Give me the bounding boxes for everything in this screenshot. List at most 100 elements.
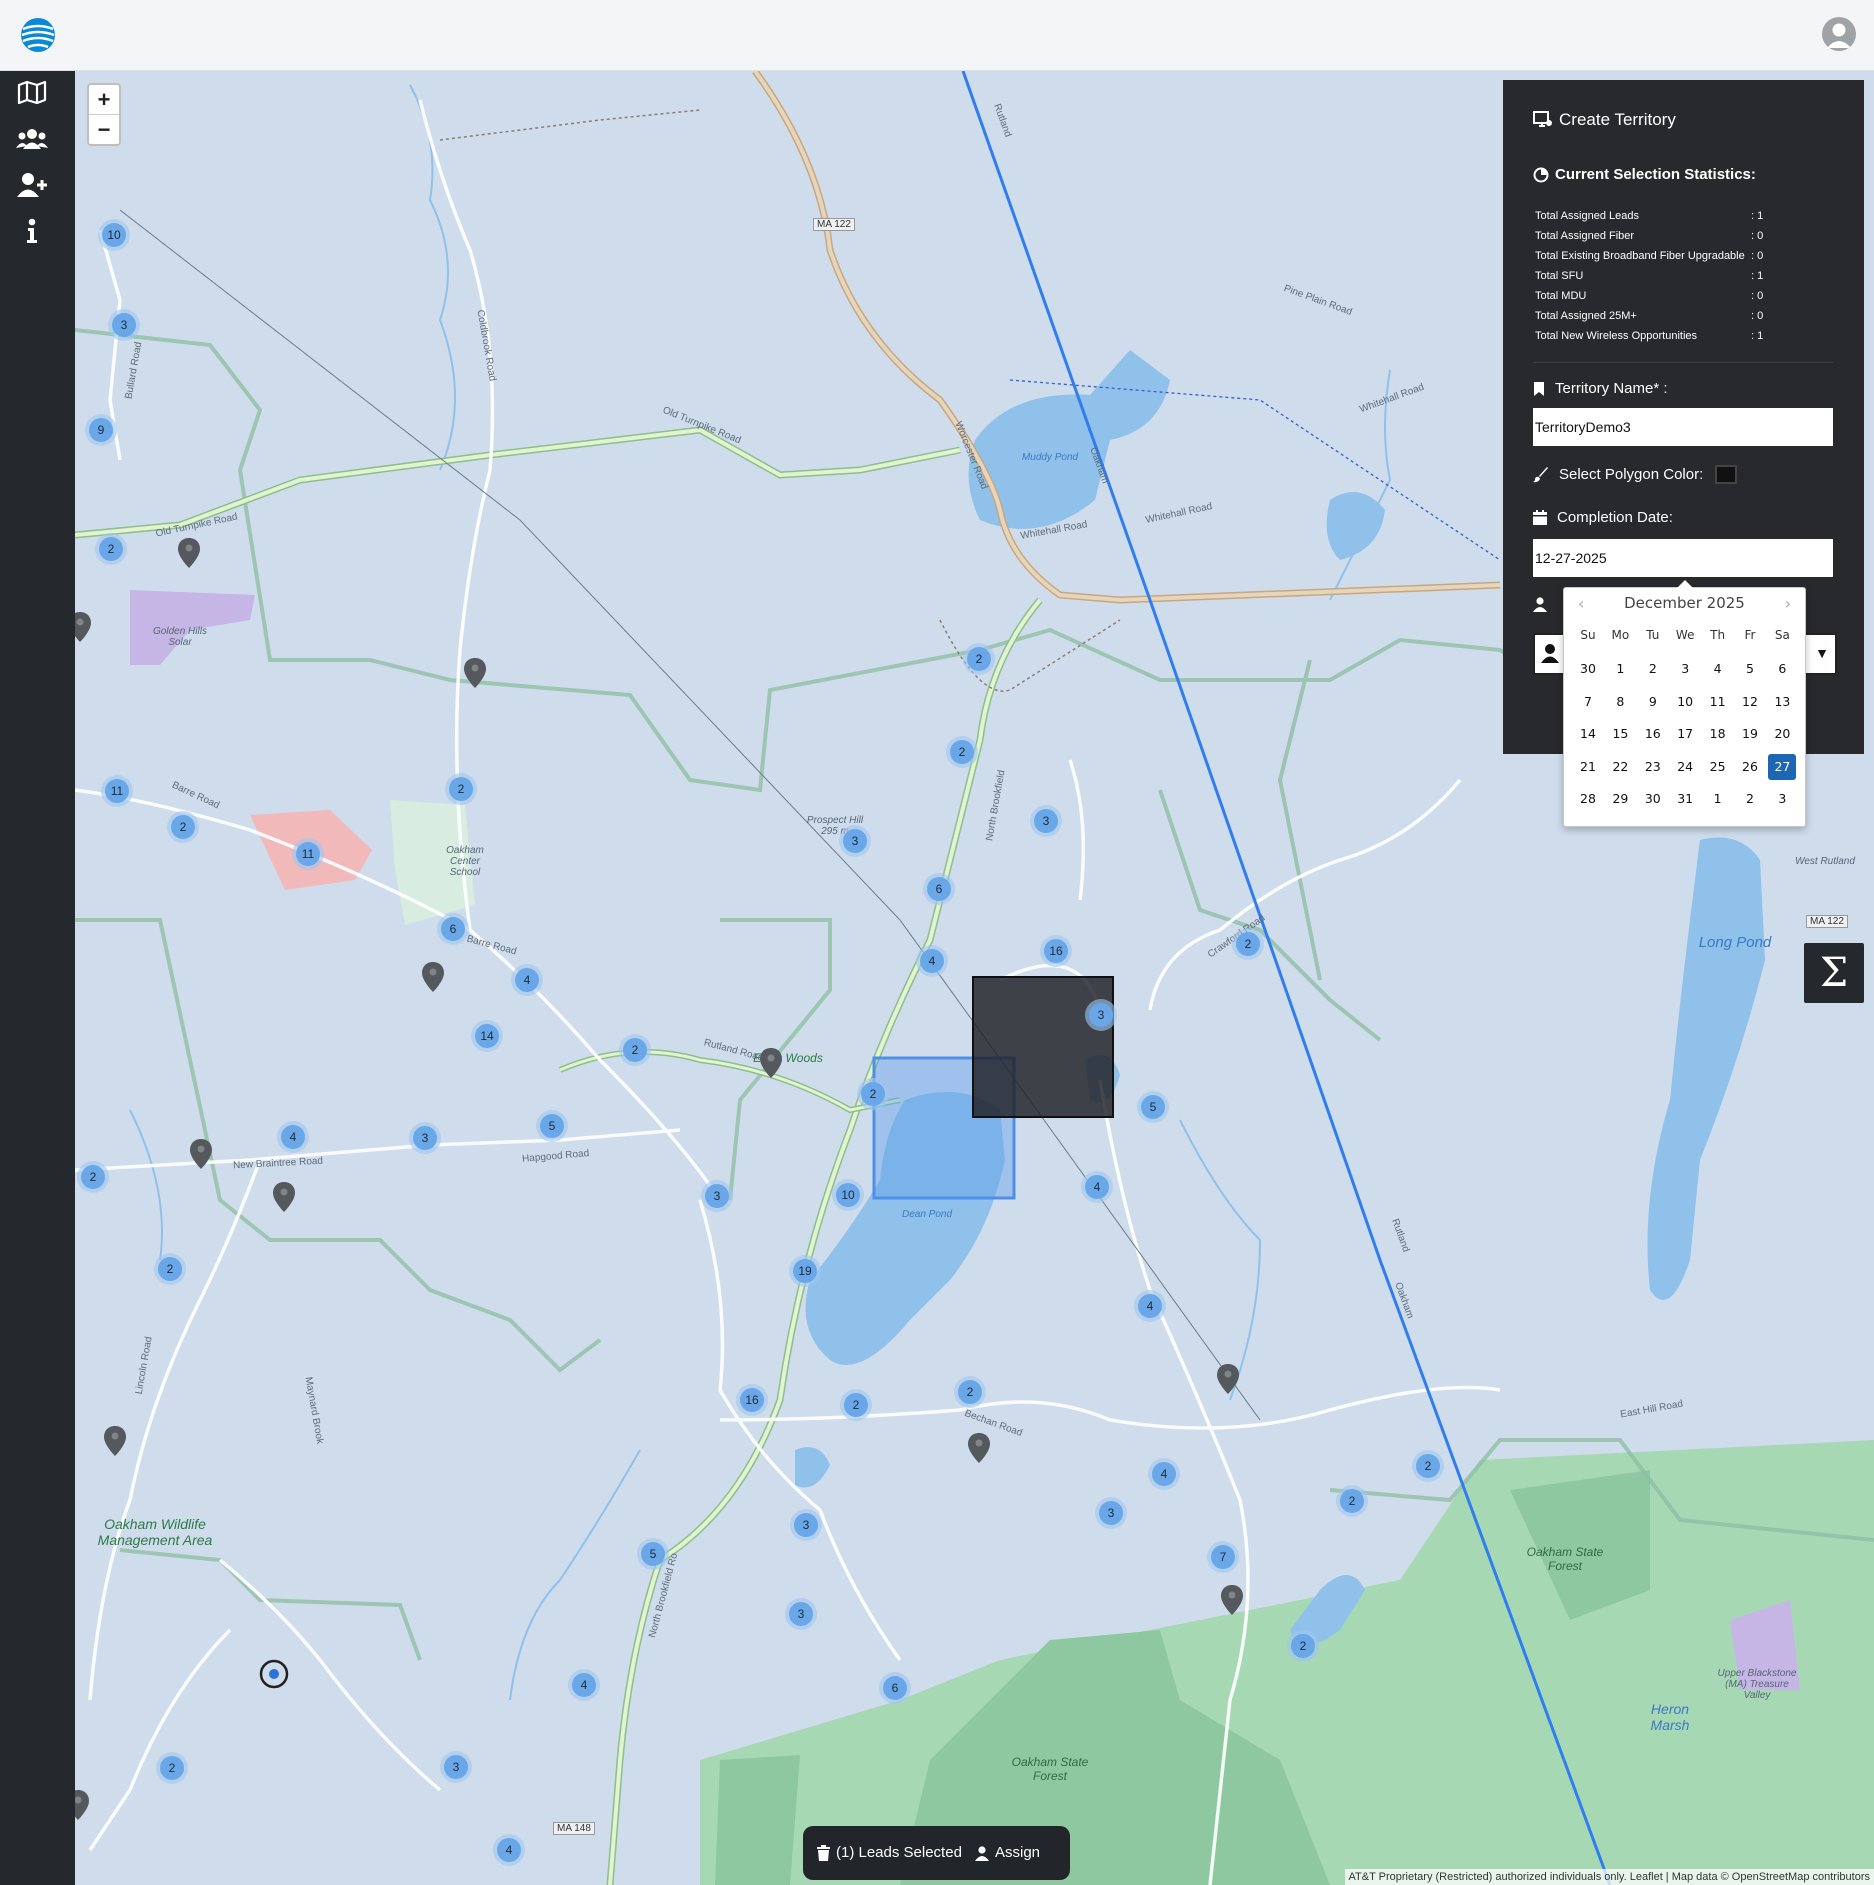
date-picker-day[interactable]: 30 xyxy=(1639,786,1667,812)
lead-cluster-marker[interactable]: 5 xyxy=(536,1110,568,1142)
next-month-button[interactable]: › xyxy=(1785,594,1791,613)
lead-cluster-marker[interactable]: 4 xyxy=(916,945,948,977)
date-picker-day[interactable]: 12 xyxy=(1736,689,1764,715)
lead-cluster-marker[interactable]: 3 xyxy=(790,1509,822,1541)
lead-cluster-marker[interactable]: 2 xyxy=(1412,1450,1444,1482)
date-picker-day[interactable]: 14 xyxy=(1574,721,1602,747)
sigma-statistics-button[interactable]: Σ xyxy=(1804,943,1864,1003)
lead-cluster-marker[interactable]: 4 xyxy=(1148,1458,1180,1490)
date-picker-day[interactable]: 11 xyxy=(1704,689,1732,715)
lead-cluster-marker[interactable]: 3 xyxy=(440,1751,472,1783)
date-picker-day[interactable]: 9 xyxy=(1639,689,1667,715)
lead-cluster-marker[interactable]: 3 xyxy=(108,309,140,341)
map-pin-icon[interactable] xyxy=(1217,1364,1239,1394)
lead-cluster-marker[interactable]: 3 xyxy=(701,1180,733,1212)
lead-cluster-marker[interactable]: 2 xyxy=(1287,1630,1319,1662)
lead-cluster-marker[interactable]: 7 xyxy=(1207,1541,1239,1573)
lead-cluster-marker[interactable]: 2 xyxy=(954,1376,986,1408)
lead-cluster-marker[interactable]: 2 xyxy=(156,1752,188,1784)
lead-cluster-marker[interactable]: 2 xyxy=(1336,1485,1368,1517)
lead-cluster-marker[interactable]: 16 xyxy=(736,1384,768,1416)
date-picker-day[interactable]: 10 xyxy=(1671,689,1699,715)
date-picker-day[interactable]: 13 xyxy=(1768,689,1796,715)
date-picker-day[interactable]: 5 xyxy=(1736,656,1764,682)
lead-cluster-marker[interactable]: 4 xyxy=(277,1121,309,1153)
date-picker-day[interactable]: 22 xyxy=(1606,754,1634,780)
lead-cluster-marker[interactable]: 10 xyxy=(98,219,130,251)
zoom-out-button[interactable]: − xyxy=(89,114,119,144)
date-picker-day[interactable]: 23 xyxy=(1639,754,1667,780)
prev-month-button[interactable]: ‹ xyxy=(1578,594,1584,613)
lead-cluster-marker[interactable]: 2 xyxy=(963,643,995,675)
map-pin-icon[interactable] xyxy=(464,658,486,688)
map-pin-icon[interactable] xyxy=(422,962,444,992)
lead-cluster-marker[interactable]: 4 xyxy=(511,964,543,996)
date-picker-day[interactable]: 6 xyxy=(1768,656,1796,682)
date-picker-day[interactable]: 19 xyxy=(1736,721,1764,747)
date-picker-day[interactable]: 20 xyxy=(1768,721,1796,747)
lead-cluster-marker[interactable]: 3 xyxy=(839,825,871,857)
user-avatar-icon[interactable] xyxy=(1822,17,1856,51)
map-pin-icon[interactable] xyxy=(104,1426,126,1456)
map-pin-icon[interactable] xyxy=(190,1139,212,1169)
lead-cluster-marker[interactable]: 5 xyxy=(637,1538,669,1570)
lead-cluster-marker[interactable]: 19 xyxy=(789,1255,821,1287)
lead-cluster-marker[interactable]: 3 xyxy=(785,1598,817,1630)
lead-cluster-marker[interactable]: 2 xyxy=(167,811,199,843)
map-pin-icon[interactable] xyxy=(1221,1585,1243,1615)
map-pin-icon[interactable] xyxy=(75,612,91,642)
lead-cluster-marker[interactable]: 2 xyxy=(619,1034,651,1066)
date-picker-day[interactable]: 2 xyxy=(1639,656,1667,682)
lead-cluster-marker[interactable]: 2 xyxy=(445,773,477,805)
lead-cluster-marker[interactable]: 9 xyxy=(85,414,117,446)
date-picker-day[interactable]: 2 xyxy=(1736,786,1764,812)
date-picker-day[interactable]: 24 xyxy=(1671,754,1699,780)
map-pin-icon[interactable] xyxy=(968,1433,990,1463)
date-picker-day[interactable]: 31 xyxy=(1671,786,1699,812)
date-picker-day[interactable]: 4 xyxy=(1704,656,1732,682)
lead-cluster-marker[interactable]: 4 xyxy=(493,1834,525,1866)
user-plus-icon[interactable] xyxy=(12,168,52,202)
lead-cluster-marker[interactable]: 16 xyxy=(1040,935,1072,967)
date-picker-day[interactable]: 8 xyxy=(1606,689,1634,715)
map-pin-icon[interactable] xyxy=(760,1048,782,1078)
lead-cluster-marker[interactable]: 2 xyxy=(95,533,127,565)
zoom-in-button[interactable]: + xyxy=(89,85,119,114)
lead-cluster-marker[interactable]: 11 xyxy=(292,838,324,870)
date-picker-day[interactable]: 7 xyxy=(1574,689,1602,715)
date-picker-day[interactable]: 26 xyxy=(1736,754,1764,780)
date-picker-day[interactable]: 30 xyxy=(1574,656,1602,682)
lead-cluster-marker[interactable]: 4 xyxy=(1134,1290,1166,1322)
map-pin-icon[interactable] xyxy=(273,1182,295,1212)
lead-cluster-marker[interactable]: 6 xyxy=(879,1672,911,1704)
territory-name-input[interactable] xyxy=(1533,408,1833,446)
lead-cluster-marker[interactable]: 6 xyxy=(923,873,955,905)
lead-cluster-marker[interactable]: 14 xyxy=(471,1020,503,1052)
lead-cluster-marker[interactable]: 2 xyxy=(946,736,978,768)
lead-cluster-marker[interactable]: 2 xyxy=(840,1389,872,1421)
att-logo[interactable] xyxy=(20,17,56,53)
lead-cluster-marker[interactable]: 10 xyxy=(832,1179,864,1211)
map-pin-icon[interactable] xyxy=(178,538,200,568)
lead-cluster-marker[interactable]: 2 xyxy=(857,1078,889,1110)
lead-cluster-marker[interactable]: 3 xyxy=(1085,999,1117,1031)
assign-button[interactable]: Assign xyxy=(975,1826,1040,1880)
lead-cluster-marker[interactable]: 3 xyxy=(1095,1497,1127,1529)
date-picker-day[interactable]: 17 xyxy=(1671,721,1699,747)
date-picker-day[interactable]: 15 xyxy=(1606,721,1634,747)
date-picker-day[interactable]: 3 xyxy=(1768,786,1796,812)
date-picker-day[interactable]: 28 xyxy=(1574,786,1602,812)
lead-cluster-marker[interactable]: 4 xyxy=(1081,1171,1113,1203)
lead-cluster-marker[interactable]: 2 xyxy=(77,1161,109,1193)
date-picker-day-selected[interactable]: 27 xyxy=(1768,753,1797,780)
lead-cluster-marker[interactable]: 5 xyxy=(1137,1091,1169,1123)
map-icon[interactable] xyxy=(12,75,52,109)
polygon-color-swatch[interactable] xyxy=(1715,465,1738,484)
date-picker-day[interactable]: 18 xyxy=(1704,721,1732,747)
date-picker-day[interactable]: 25 xyxy=(1704,754,1732,780)
date-picker-day[interactable]: 21 xyxy=(1574,754,1602,780)
date-picker-day[interactable]: 1 xyxy=(1606,656,1634,682)
lead-cluster-marker[interactable]: 4 xyxy=(568,1669,600,1701)
lead-cluster-marker[interactable]: 11 xyxy=(101,775,133,807)
date-picker-day[interactable]: 16 xyxy=(1639,721,1667,747)
